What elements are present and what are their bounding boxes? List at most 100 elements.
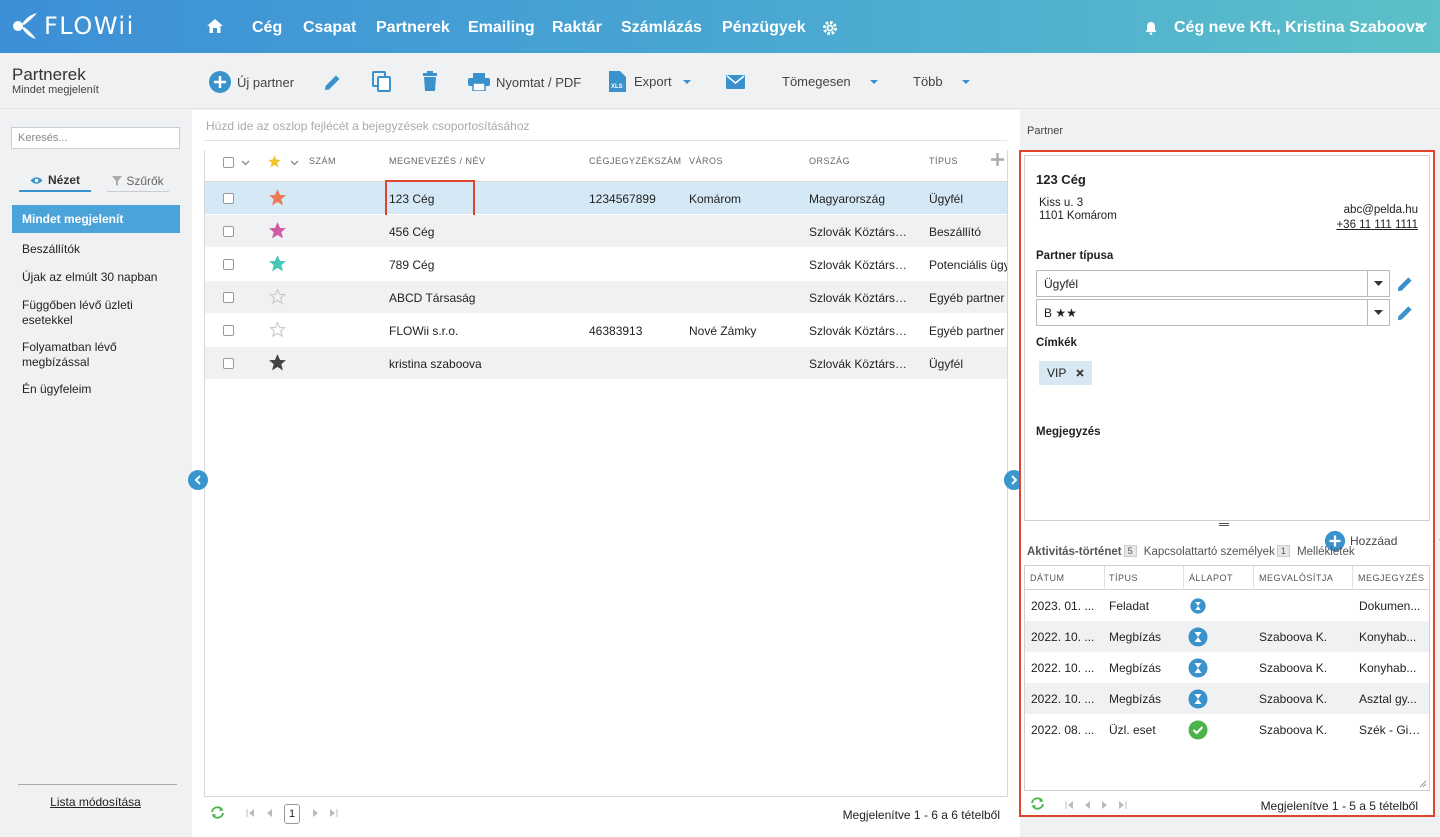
col-header-owner[interactable]: Megvalósítja [1259,573,1333,583]
bell-icon[interactable] [1145,21,1157,35]
refresh-icon[interactable] [210,806,225,819]
edit-icon[interactable] [323,73,342,92]
nav-raktar[interactable]: Raktár [552,19,602,37]
edit-icon[interactable] [1396,275,1414,293]
activity-row[interactable]: 2023. 01. ... Feladat Dokumen... [1025,590,1429,621]
refresh-icon[interactable] [1030,797,1045,810]
user-menu[interactable]: Cég neve Kft., Kristina Szaboova [1174,19,1424,37]
flowii-logo[interactable]: FLOWii [12,10,135,42]
tab-view[interactable]: Nézet [19,170,91,192]
sidebar-item-suppliers[interactable]: Beszállítók [12,242,180,257]
col-header-date[interactable]: Dátum [1030,573,1065,583]
print-pdf-button[interactable]: Nyomtat / PDF [468,73,581,91]
last-page-icon[interactable] [1119,801,1127,809]
star-filled-icon[interactable] [269,189,286,206]
export-button[interactable]: XLS Export [609,71,692,92]
home-icon[interactable] [206,18,224,34]
activity-grid-header: Dátum Típus Állapot Megvalósítja Megjegy… [1025,566,1429,590]
more-dropdown[interactable]: Több [913,74,971,89]
bulk-actions-dropdown[interactable]: Tömegesen [782,74,879,89]
sidebar-item-pending-cases[interactable]: Függőben lévő üzleti esetekkel [12,298,162,328]
first-page-icon[interactable] [1065,801,1073,809]
star-outline-icon[interactable] [269,288,286,305]
tab-activity-history[interactable]: Aktivitás-történet [1027,546,1122,558]
col-header-type[interactable]: Típus [1109,573,1138,583]
chevron-down-icon[interactable] [241,160,250,166]
nav-csapat[interactable]: Csapat [303,19,356,37]
col-header-country[interactable]: Ország [809,156,850,166]
nav-partnerek[interactable]: Partnerek [376,19,450,37]
col-header-status[interactable]: Állapot [1189,573,1233,583]
col-header-type[interactable]: Típus [929,156,958,166]
search-input[interactable] [11,127,180,149]
col-header-city[interactable]: Város [689,156,723,166]
nav-ceg[interactable]: Cég [252,19,282,37]
col-header-reg-number[interactable]: Cégjegyzékszám [589,156,682,166]
copy-icon[interactable] [372,71,391,92]
close-icon[interactable] [1076,369,1084,377]
table-row[interactable]: ABCD Társaság Szlovák Köztársaság Egyéb pa… [205,281,1007,314]
chevron-down-icon[interactable] [1414,21,1428,31]
new-partner-button[interactable]: Új partner [208,70,294,94]
activity-row[interactable]: 2022. 10. ... Megbízás Szaboova K. Asztal g… [1025,683,1429,714]
resize-grip-icon[interactable] [1419,780,1427,788]
star-filled-icon[interactable] [269,255,286,272]
star-filter-icon[interactable] [267,154,282,169]
prev-page-icon[interactable] [1084,801,1090,809]
tab-filters[interactable]: Szűrők [107,170,169,192]
nav-szamlazas[interactable]: Számlázás [621,19,702,37]
group-by-hint[interactable]: Húzd ide az oszlop fejlécét a bejegyzése… [206,119,530,133]
nav-emailing[interactable]: Emailing [468,19,535,37]
row-checkbox[interactable] [223,259,234,270]
activity-row[interactable]: 2022. 10. ... Megbízás Szaboova K. Konyhab.… [1025,652,1429,683]
table-row[interactable]: 789 Cég Szlovák Köztársaság Potenciális üg… [205,248,1007,281]
table-row[interactable]: 123 Cég 1234567899 Komárom Magyarország Ügyf… [205,180,1007,218]
sidebar-item-new-30-days[interactable]: Újak az elmúlt 30 napban [12,270,180,285]
row-checkbox[interactable] [223,226,234,237]
activity-owner: Szaboova K. [1259,661,1328,675]
star-outline-icon[interactable] [269,321,286,338]
row-checkbox[interactable] [223,325,234,336]
table-row[interactable]: FLOWii s.r.o. 46383913 Nové Zámky Szlovák K… [205,314,1007,347]
col-header-name[interactable]: Megnevezés / Név [389,156,486,166]
next-page-icon[interactable] [313,809,319,817]
edit-list-link[interactable]: Lista módosítása [0,795,191,809]
next-page-icon[interactable] [1102,801,1108,809]
nav-penzugyek[interactable]: Pénzügyek [722,19,806,37]
hourglass-icon [1188,658,1208,678]
trash-icon[interactable] [422,71,438,91]
partner-phone[interactable]: +36 11 111 1111 [1336,219,1418,231]
activity-row[interactable]: 2022. 08. ... Üzl. eset Szaboova K. Szék - … [1025,714,1429,745]
row-checkbox[interactable] [223,193,234,204]
activity-row[interactable]: 2022. 10. ... Megbízás Szaboova K. Konyhab.… [1025,621,1429,652]
rating-select[interactable]: B ★★ [1036,299,1390,326]
prev-page-icon[interactable] [266,809,272,817]
edit-icon[interactable] [1396,304,1414,322]
row-checkbox[interactable] [223,358,234,369]
sidebar-item-show-all[interactable]: Mindet megjelenít [12,205,180,233]
first-page-icon[interactable] [246,809,254,817]
resize-handle[interactable] [1219,523,1229,526]
partner-type-select[interactable]: Ügyfél [1036,270,1390,297]
last-page-icon[interactable] [330,809,338,817]
gear-icon[interactable] [822,20,838,36]
cell-name: 789 Cég [389,258,435,272]
star-filled-icon[interactable] [269,354,286,371]
tab-contacts[interactable]: Kapcsolattartó személyek [1144,546,1275,558]
col-header-number[interactable]: Szám [309,156,336,166]
partner-email[interactable]: abc@pelda.hu [1344,204,1418,216]
select-all-checkbox[interactable] [223,157,234,168]
sidebar-item-active-orders[interactable]: Folyamatban lévő megbízással [12,340,152,370]
star-filled-icon[interactable] [269,222,286,239]
collapse-sidebar-button[interactable] [188,470,208,490]
chevron-down-icon[interactable] [290,160,299,166]
table-row[interactable]: 456 Cég Szlovák Köztársaság Beszállító [205,215,1007,248]
sidebar-item-my-clients[interactable]: Én ügyfeleim [12,382,180,397]
current-page[interactable]: 1 [284,804,300,824]
table-row[interactable]: kristina szaboova Szlovák Köztársaság Ügyf… [205,347,1007,380]
add-column-icon[interactable] [991,153,1004,166]
tab-attachments[interactable]: Mellékletek [1297,546,1355,558]
mail-icon[interactable] [726,75,745,89]
col-header-note[interactable]: Megjegyzés [1358,573,1425,583]
row-checkbox[interactable] [223,292,234,303]
